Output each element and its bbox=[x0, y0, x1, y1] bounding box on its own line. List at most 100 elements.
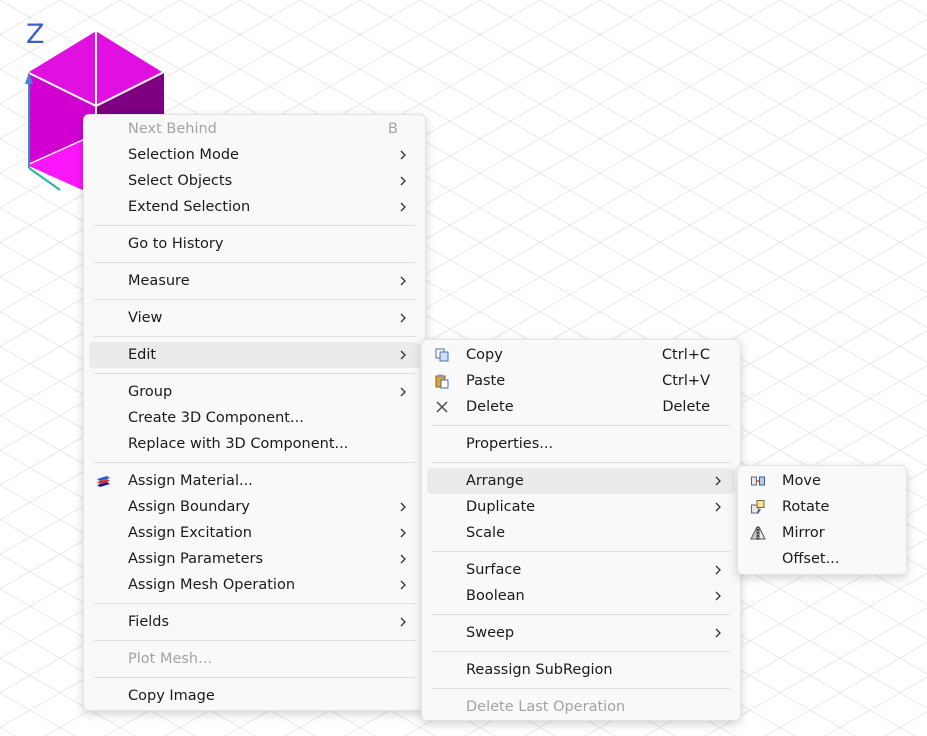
menu-item-label: Plot Mesh... bbox=[128, 651, 212, 667]
delete-x-icon bbox=[436, 401, 448, 413]
menu-item-select-objects[interactable]: Select Objects bbox=[89, 168, 420, 194]
mirror-icon bbox=[750, 526, 766, 540]
chevron-right-icon bbox=[400, 554, 406, 564]
menu-item-label: View bbox=[128, 310, 163, 326]
menu-item-label: Mirror bbox=[782, 525, 825, 541]
chevron-right-icon bbox=[400, 176, 406, 186]
menu-separator bbox=[94, 299, 415, 300]
menu-item-label: Assign Boundary bbox=[128, 499, 250, 515]
menu-item-label: Offset... bbox=[782, 551, 840, 567]
menu-item-label: Fields bbox=[128, 614, 170, 630]
menu-item-label: Paste bbox=[466, 373, 506, 389]
menu-item-label: Surface bbox=[466, 562, 522, 578]
menu-item-sweep[interactable]: Sweep bbox=[427, 620, 735, 646]
menu-item-label: Delete bbox=[466, 399, 514, 415]
chevron-right-icon bbox=[400, 150, 406, 160]
menu-item-label: Sweep bbox=[466, 625, 515, 641]
menu-item-rotate[interactable]: Rotate bbox=[743, 494, 901, 520]
menu-item-label: Arrange bbox=[466, 473, 524, 489]
menu-item-properties[interactable]: Properties... bbox=[427, 431, 735, 457]
chevron-right-icon bbox=[400, 350, 406, 360]
menu-item-shortcut: Ctrl+C bbox=[661, 347, 710, 363]
menu-item-delete-last-operation[interactable]: Delete Last Operation bbox=[427, 694, 735, 720]
chevron-right-icon bbox=[715, 502, 721, 512]
paste-icon bbox=[435, 374, 449, 389]
menu-item-label: Assign Material... bbox=[128, 473, 253, 489]
menu-item-label: Delete Last Operation bbox=[466, 699, 626, 715]
menu-separator bbox=[94, 373, 415, 374]
menu-item-copy-image[interactable]: Copy Image bbox=[89, 683, 420, 709]
menu-separator bbox=[94, 677, 415, 678]
menu-item-next-behind[interactable]: Next Behind B bbox=[89, 116, 420, 142]
menu-item-boolean[interactable]: Boolean bbox=[427, 583, 735, 609]
arrange-submenu: Move Rotate Mirror Offset... bbox=[737, 465, 907, 575]
chevron-right-icon bbox=[715, 628, 721, 638]
menu-item-label: Selection Mode bbox=[128, 147, 239, 163]
menu-item-extend-selection[interactable]: Extend Selection bbox=[89, 194, 420, 220]
menu-item-offset[interactable]: Offset... bbox=[743, 546, 901, 572]
menu-item-surface[interactable]: Surface bbox=[427, 557, 735, 583]
menu-separator bbox=[94, 336, 415, 337]
chevron-right-icon bbox=[400, 528, 406, 538]
chevron-right-icon bbox=[400, 276, 406, 286]
menu-item-assign-excitation[interactable]: Assign Excitation bbox=[89, 520, 420, 546]
menu-item-assign-parameters[interactable]: Assign Parameters bbox=[89, 546, 420, 572]
menu-item-scale[interactable]: Scale bbox=[427, 520, 735, 546]
chevron-right-icon bbox=[715, 565, 721, 575]
rotate-icon bbox=[751, 500, 765, 514]
chevron-right-icon bbox=[400, 580, 406, 590]
menu-item-plot-mesh[interactable]: Plot Mesh... bbox=[89, 646, 420, 672]
chevron-right-icon bbox=[400, 313, 406, 323]
menu-item-go-to-history[interactable]: Go to History bbox=[89, 231, 420, 257]
menu-separator bbox=[432, 614, 730, 615]
menu-item-label: Rotate bbox=[782, 499, 830, 515]
menu-item-create-3d-component[interactable]: Create 3D Component... bbox=[89, 405, 420, 431]
menu-item-mirror[interactable]: Mirror bbox=[743, 520, 901, 546]
menu-item-label: Select Objects bbox=[128, 173, 233, 189]
menu-separator bbox=[94, 640, 415, 641]
menu-item-label: Boolean bbox=[466, 588, 525, 604]
menu-item-label: Move bbox=[782, 473, 821, 489]
menu-item-move[interactable]: Move bbox=[743, 468, 901, 494]
menu-item-copy[interactable]: Copy Ctrl+C bbox=[427, 342, 735, 368]
menu-item-label: Assign Mesh Operation bbox=[128, 577, 296, 593]
menu-item-assign-mesh-operation[interactable]: Assign Mesh Operation bbox=[89, 572, 420, 598]
menu-item-group[interactable]: Group bbox=[89, 379, 420, 405]
menu-item-shortcut: Delete bbox=[662, 399, 710, 415]
menu-separator bbox=[94, 462, 415, 463]
menu-item-delete[interactable]: Delete Delete bbox=[427, 394, 735, 420]
menu-item-label: Assign Parameters bbox=[128, 551, 264, 567]
menu-separator bbox=[432, 462, 730, 463]
menu-separator bbox=[94, 603, 415, 604]
menu-item-label: Reassign SubRegion bbox=[466, 662, 613, 678]
menu-item-shortcut: B bbox=[388, 121, 398, 137]
menu-item-replace-with-3d-component[interactable]: Replace with 3D Component... bbox=[89, 431, 420, 457]
chevron-right-icon bbox=[400, 617, 406, 627]
context-menu: Next Behind B Selection Mode Select Obje… bbox=[83, 114, 426, 711]
menu-item-view[interactable]: View bbox=[89, 305, 420, 331]
menu-separator bbox=[432, 651, 730, 652]
menu-item-duplicate[interactable]: Duplicate bbox=[427, 494, 735, 520]
menu-item-label: Next Behind bbox=[128, 121, 217, 137]
move-icon bbox=[751, 476, 765, 486]
menu-separator bbox=[432, 688, 730, 689]
menu-item-assign-boundary[interactable]: Assign Boundary bbox=[89, 494, 420, 520]
menu-item-label: Group bbox=[128, 384, 173, 400]
menu-item-label: Copy Image bbox=[128, 688, 215, 704]
chevron-right-icon bbox=[715, 591, 721, 601]
menu-item-selection-mode[interactable]: Selection Mode bbox=[89, 142, 420, 168]
menu-item-fields[interactable]: Fields bbox=[89, 609, 420, 635]
menu-item-measure[interactable]: Measure bbox=[89, 268, 420, 294]
chevron-right-icon bbox=[400, 202, 406, 212]
menu-separator bbox=[94, 262, 415, 263]
menu-item-assign-material[interactable]: Assign Material... bbox=[89, 468, 420, 494]
menu-item-label: Copy bbox=[466, 347, 503, 363]
material-icon bbox=[97, 476, 110, 487]
menu-item-shortcut: Ctrl+V bbox=[662, 373, 710, 389]
menu-item-paste[interactable]: Paste Ctrl+V bbox=[427, 368, 735, 394]
edit-submenu: Copy Ctrl+C Paste Ctrl+V Delete Delete P… bbox=[421, 339, 741, 721]
menu-item-label: Replace with 3D Component... bbox=[128, 436, 349, 452]
menu-item-reassign-subregion[interactable]: Reassign SubRegion bbox=[427, 657, 735, 683]
menu-item-edit[interactable]: Edit bbox=[89, 342, 420, 368]
menu-item-arrange[interactable]: Arrange bbox=[427, 468, 735, 494]
